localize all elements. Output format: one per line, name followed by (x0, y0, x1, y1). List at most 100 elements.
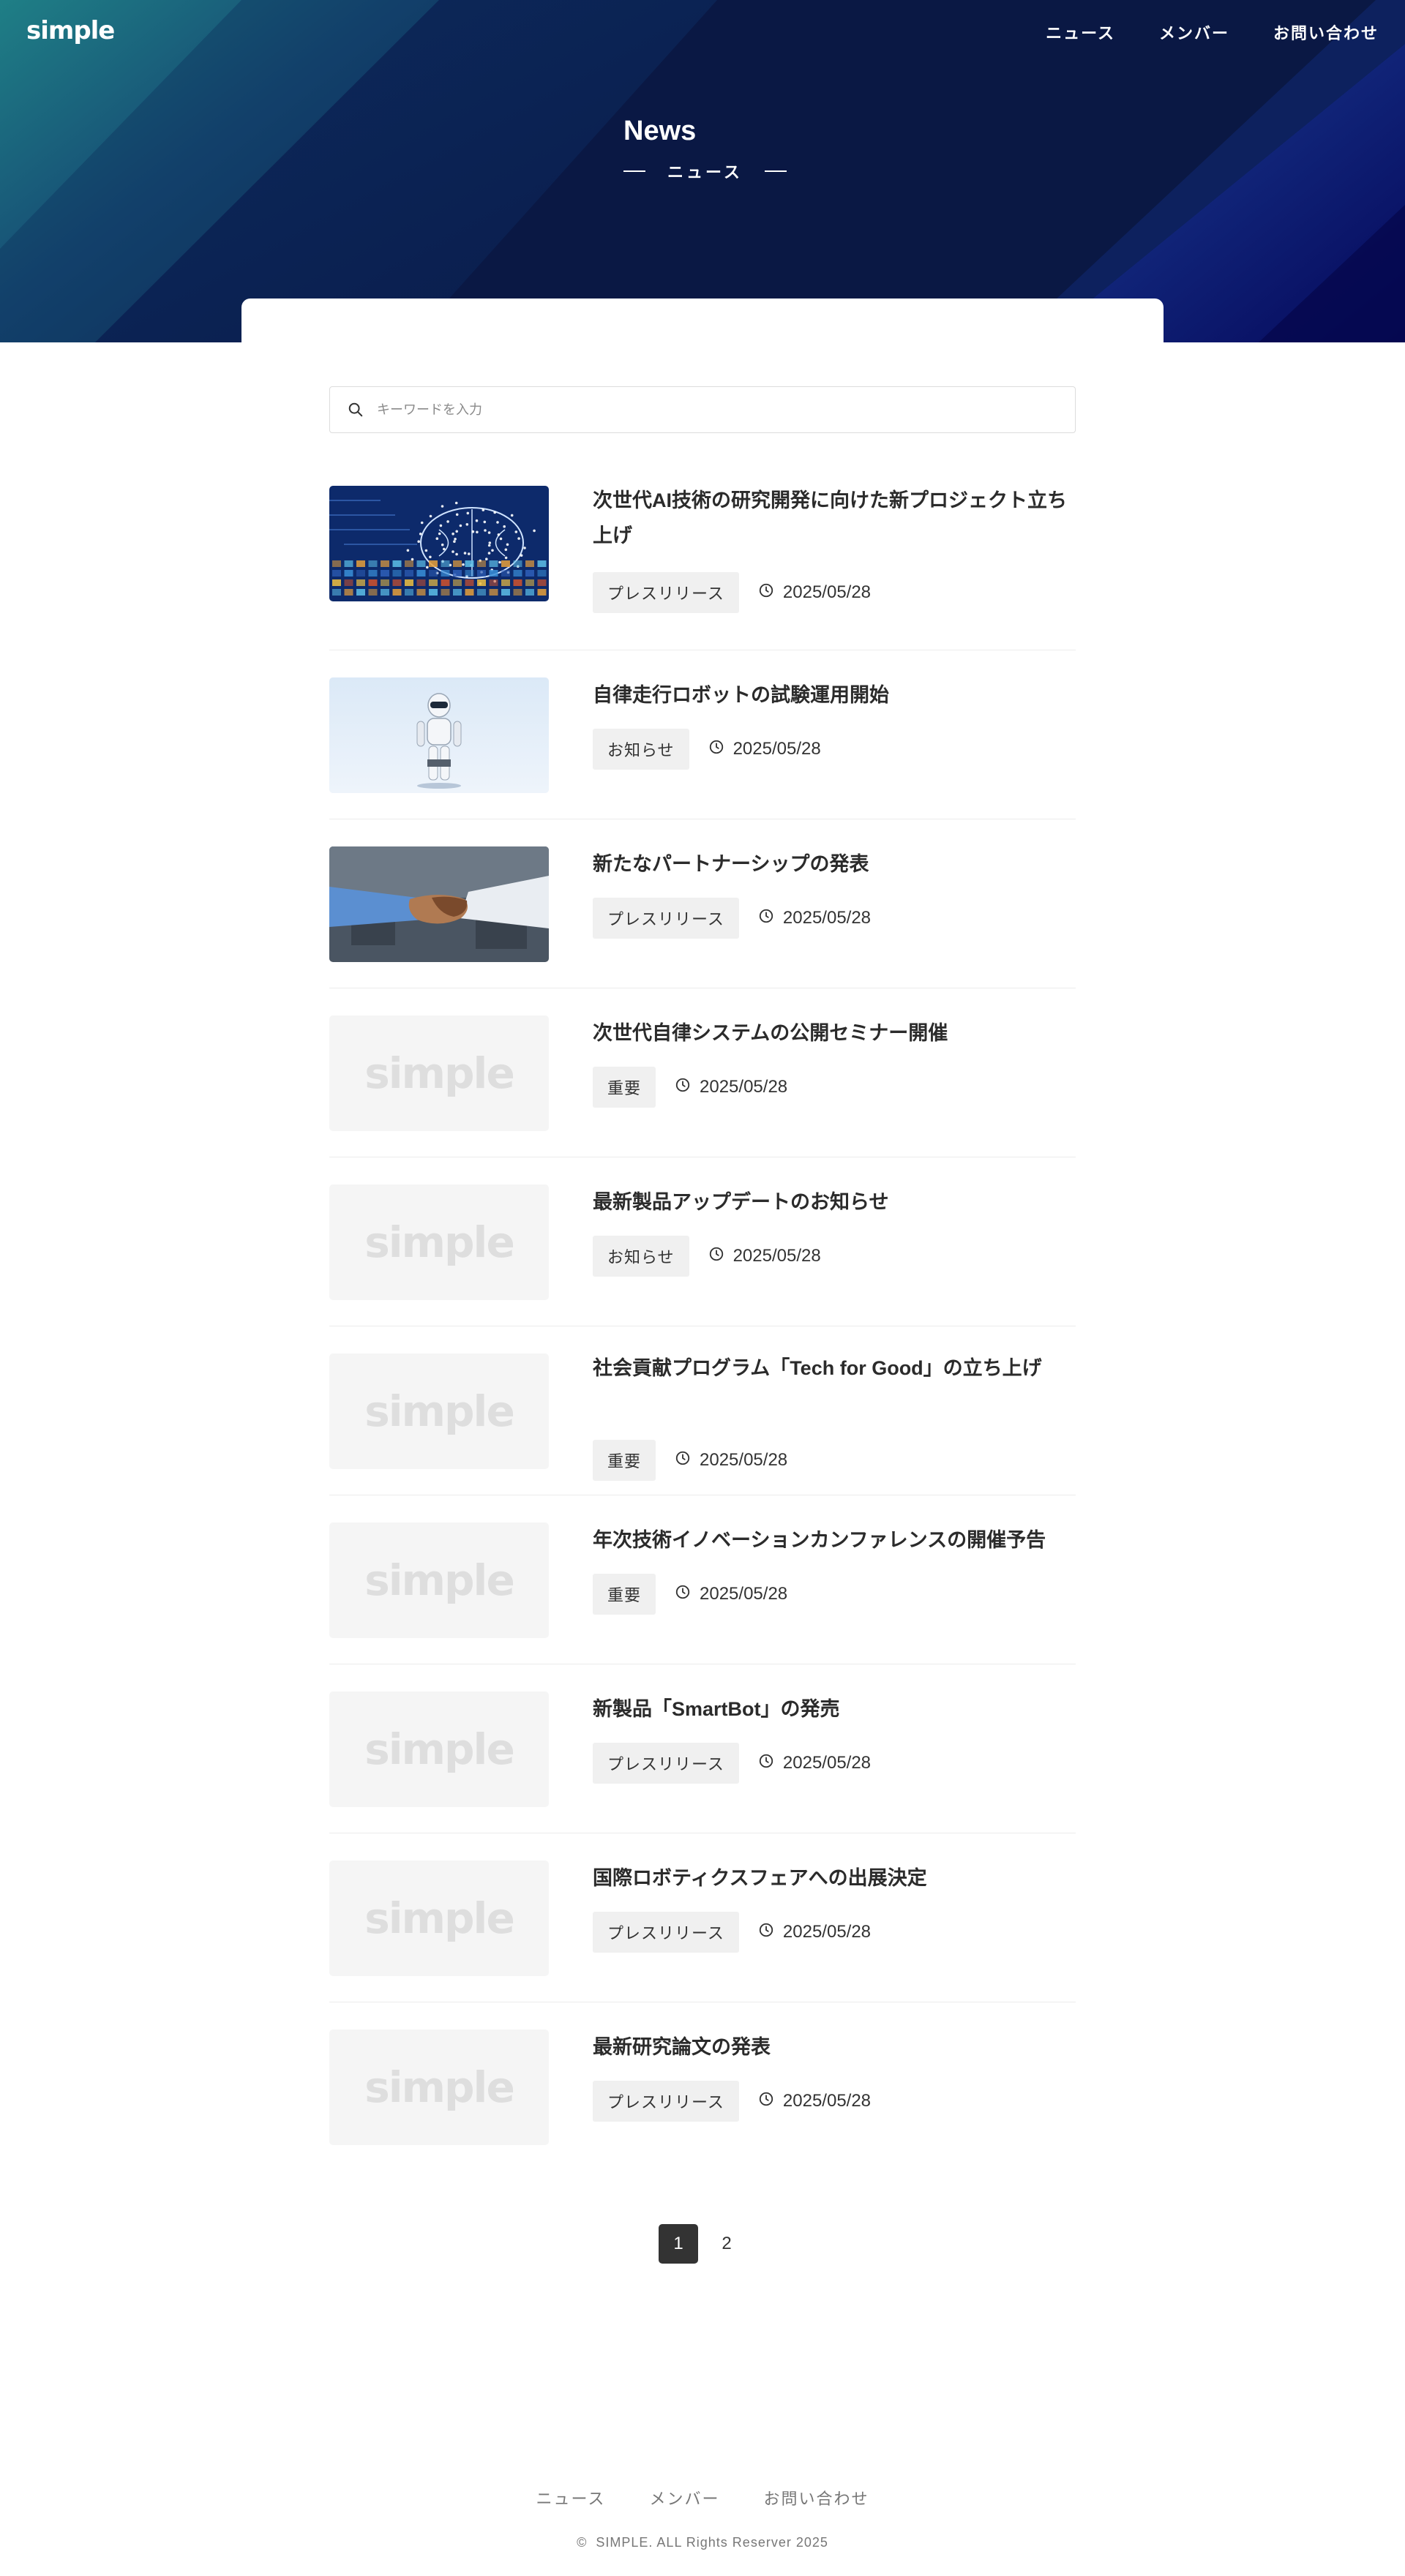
hero-section: simple ニュース メンバー お問い合わせ News ニュース (0, 0, 1405, 342)
clock-icon (758, 1922, 774, 1943)
placeholder-logo: simple (364, 1724, 515, 1774)
placeholder-logo: simple (364, 1048, 515, 1098)
subtitle-dash-left (623, 170, 645, 172)
news-thumbnail[interactable]: simple (329, 1860, 549, 1976)
news-date-text: 2025/05/28 (700, 1584, 788, 1604)
clock-icon (675, 1584, 691, 1605)
category-tag: お知らせ (593, 729, 689, 770)
clock-icon (758, 1753, 774, 1774)
news-meta: お知らせ 2025/05/28 (593, 729, 821, 770)
news-meta: プレスリリース 2025/05/28 (593, 1743, 871, 1784)
news-date: 2025/05/28 (675, 1450, 787, 1471)
news-meta: プレスリリース 2025/05/28 (593, 2081, 871, 2122)
news-date-text: 2025/05/28 (782, 582, 872, 602)
clock-icon (758, 582, 774, 604)
news-thumbnail[interactable]: simple (329, 2029, 549, 2145)
category-tag: プレスリリース (593, 572, 739, 613)
news-date: 2025/05/28 (708, 1246, 821, 1267)
news-thumbnail[interactable]: simple (329, 1015, 549, 1131)
category-tag: 重要 (593, 1440, 656, 1481)
placeholder-logo: simple (364, 1893, 515, 1943)
news-date: 2025/05/28 (708, 739, 821, 760)
news-meta: 重要 2025/05/28 (593, 1067, 787, 1108)
news-thumbnail[interactable]: simple (329, 1184, 549, 1300)
news-title[interactable]: 最新製品アップデートのお知らせ (593, 1184, 1076, 1220)
category-tag: プレスリリース (593, 2081, 739, 2122)
news-thumbnail[interactable] (329, 846, 549, 962)
copyright: © SIMPLE. ALL Rights Reserver 2025 (0, 2535, 1405, 2550)
nav-members-link[interactable]: メンバー (1159, 20, 1229, 44)
clock-icon (675, 1450, 691, 1471)
news-meta: 重要 2025/05/28 (593, 1574, 787, 1615)
news-title[interactable]: 次世代AI技術の研究開発に向けた新プロジェクト立ち上げ (593, 483, 1076, 553)
placeholder-logo: simple (364, 2062, 515, 2112)
news-meta: お知らせ 2025/05/28 (593, 1236, 821, 1277)
search-icon (348, 402, 363, 417)
copyright-text: SIMPLE. ALL Rights Reserver 2025 (596, 2535, 828, 2550)
news-title[interactable]: 最新研究論文の発表 (593, 2029, 1076, 2065)
subtitle-dash-right (764, 170, 787, 172)
news-meta: プレスリリース 2025/05/28 (593, 898, 871, 939)
page-title: News (623, 116, 697, 146)
category-tag: プレスリリース (593, 1743, 739, 1784)
placeholder-logo: simple (364, 1217, 515, 1267)
nav-news-link[interactable]: ニュース (1046, 20, 1115, 44)
category-tag: お知らせ (593, 1236, 689, 1277)
main-nav: ニュース メンバー お問い合わせ (1046, 20, 1379, 44)
news-date: 2025/05/28 (758, 582, 871, 604)
clock-icon (675, 1077, 691, 1098)
copyright-icon: © (577, 2535, 588, 2550)
news-thumbnail[interactable] (329, 677, 549, 793)
page-subtitle: ニュース (623, 159, 787, 183)
news-title[interactable]: 自律走行ロボットの試験運用開始 (593, 677, 1076, 713)
news-meta: プレスリリース 2025/05/28 (593, 572, 871, 613)
news-thumbnail[interactable]: simple (329, 1522, 549, 1638)
news-date-text: 2025/05/28 (733, 739, 821, 759)
news-date: 2025/05/28 (758, 1753, 871, 1774)
news-date-text: 2025/05/28 (782, 908, 872, 928)
search-box (329, 386, 1076, 433)
news-date-text: 2025/05/28 (782, 1753, 872, 1773)
page-2-button[interactable]: 2 (707, 2224, 746, 2264)
footer-contact-link[interactable]: お問い合わせ (763, 2486, 869, 2509)
news-title[interactable]: 国際ロボティクスフェアへの出展決定 (593, 1860, 1076, 1896)
category-tag: 重要 (593, 1067, 656, 1108)
category-tag: 重要 (593, 1574, 656, 1615)
news-thumbnail[interactable] (329, 486, 549, 601)
news-date: 2025/05/28 (758, 1922, 871, 1943)
placeholder-logo: simple (364, 1386, 515, 1436)
news-meta: プレスリリース 2025/05/28 (593, 1912, 871, 1953)
footer-nav: ニュース メンバー お問い合わせ (0, 2486, 1405, 2509)
search-input[interactable] (377, 402, 1035, 418)
news-date-text: 2025/05/28 (733, 1246, 821, 1266)
news-date-text: 2025/05/28 (782, 2091, 872, 2111)
news-title[interactable]: 次世代自律システムの公開セミナー開催 (593, 1015, 1076, 1051)
news-date-text: 2025/05/28 (700, 1450, 788, 1470)
news-title[interactable]: 新製品「SmartBot」の発売 (593, 1691, 1076, 1727)
nav-contact-link[interactable]: お問い合わせ (1273, 20, 1379, 44)
page-subtitle-text: ニュース (667, 163, 743, 181)
category-tag: プレスリリース (593, 1912, 739, 1953)
clock-icon (758, 908, 774, 929)
footer-news-link[interactable]: ニュース (536, 2486, 606, 2509)
page-1-button[interactable]: 1 (659, 2224, 698, 2264)
news-title[interactable]: 新たなパートナーシップの発表 (593, 846, 1076, 882)
news-date: 2025/05/28 (758, 908, 871, 929)
footer-members-link[interactable]: メンバー (649, 2486, 719, 2509)
placeholder-logo: simple (364, 1555, 515, 1605)
news-date-text: 2025/05/28 (782, 1922, 872, 1942)
clock-icon (758, 2091, 774, 2112)
news-thumbnail[interactable]: simple (329, 1691, 549, 1807)
news-date: 2025/05/28 (675, 1584, 787, 1605)
clock-icon (708, 1246, 724, 1267)
news-date: 2025/05/28 (758, 2091, 871, 2112)
news-date: 2025/05/28 (675, 1077, 787, 1098)
site-logo[interactable]: simple (26, 16, 115, 45)
pagination: 1 2 (659, 2224, 746, 2264)
news-meta: 重要 2025/05/28 (593, 1440, 787, 1481)
news-title[interactable]: 社会貢献プログラム「Tech for Good」の立ち上げ (593, 1351, 1076, 1386)
category-tag: プレスリリース (593, 898, 739, 939)
clock-icon (708, 739, 724, 760)
news-title[interactable]: 年次技術イノベーションカンファレンスの開催予告 (593, 1522, 1076, 1558)
news-thumbnail[interactable]: simple (329, 1353, 549, 1469)
